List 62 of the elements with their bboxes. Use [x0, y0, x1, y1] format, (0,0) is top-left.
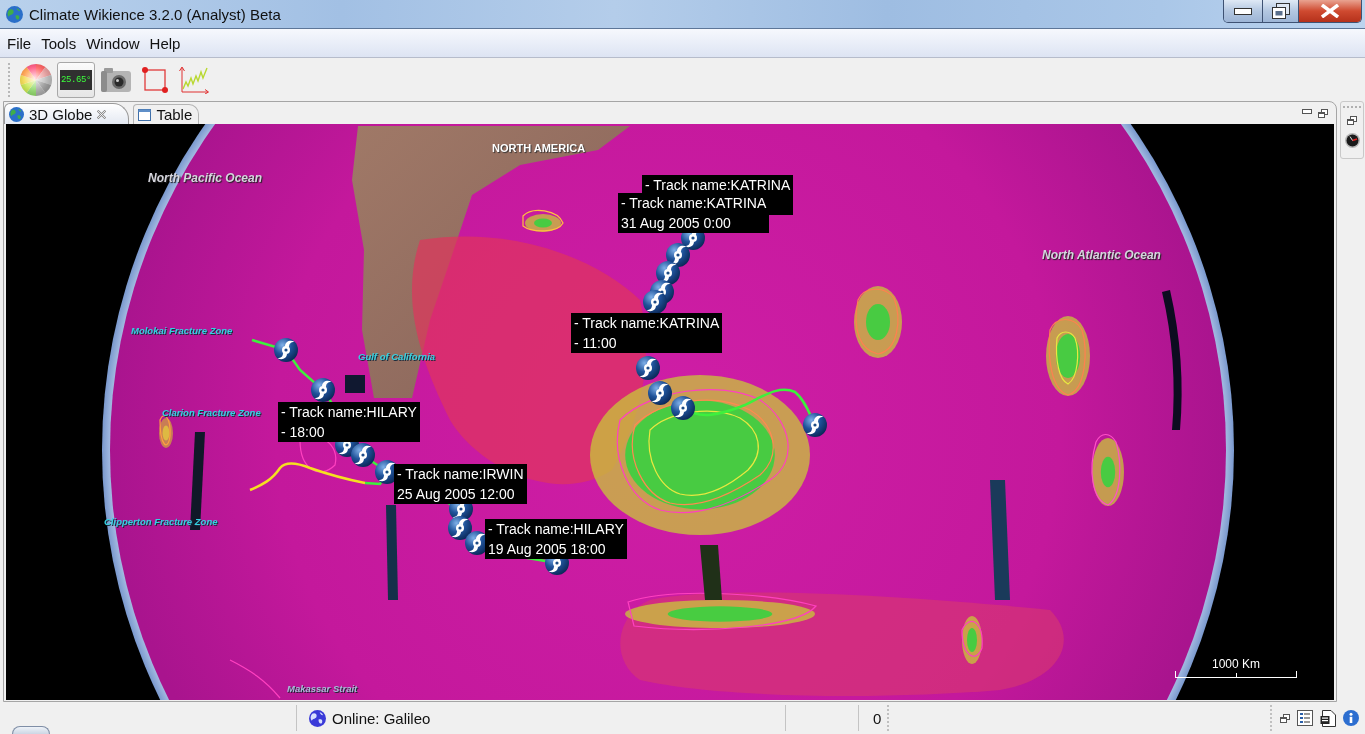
restore-button[interactable]	[1262, 0, 1298, 22]
restore-icon[interactable]	[1347, 116, 1357, 125]
scale-label: 1000 Km	[1212, 657, 1260, 671]
track-tooltip: - Track name:IRWIN 25 Aug 2005 12:00	[394, 464, 527, 504]
menu-item[interactable]: File	[2, 31, 37, 55]
line-chart-icon	[179, 65, 209, 94]
list-icon[interactable]	[1297, 710, 1313, 726]
storm-marker-icon	[351, 443, 375, 467]
restore-icon	[1271, 3, 1290, 19]
storm-marker-icon	[274, 338, 298, 362]
clock-icon[interactable]	[1344, 133, 1360, 148]
dark-stripe	[700, 545, 722, 600]
storm-marker-icon	[803, 413, 827, 437]
restore-icon[interactable]	[1318, 108, 1328, 118]
storm-marker-icon	[648, 381, 672, 405]
view-tab[interactable]: Table	[133, 104, 200, 124]
track-tooltip: - Track name:KATRINA - 11:00	[571, 313, 723, 353]
restore-icon[interactable]	[1280, 713, 1290, 723]
storm-marker-icon	[643, 290, 667, 314]
readout-button[interactable]: 25.65°	[57, 61, 95, 98]
menu-item[interactable]: Tools	[36, 31, 82, 55]
map-label: Clarion Fracture Zone	[162, 408, 261, 419]
map-label: NORTH AMERICA	[492, 142, 586, 155]
connection-status: Online: Galileo	[332, 709, 431, 727]
minimize-icon	[1234, 7, 1252, 15]
close-button[interactable]	[1298, 0, 1361, 22]
map-label: Makassar Strait	[287, 684, 358, 695]
selection-icon	[142, 66, 168, 93]
track-tooltip: - Track name:KATRINA 31 Aug 2005 0:00	[618, 193, 770, 233]
rain-patch	[961, 616, 983, 664]
orb-icon[interactable]	[12, 726, 50, 734]
color-wheel-button[interactable]	[18, 61, 54, 98]
minimize-button[interactable]	[1224, 0, 1262, 22]
app-globe-icon	[6, 5, 23, 23]
minimize-icon[interactable]	[1302, 108, 1312, 114]
color-wheel-icon	[20, 63, 52, 96]
view-tab[interactable]: 3D Globe	[4, 103, 130, 124]
map-label: Molokai Fracture Zone	[131, 326, 233, 337]
rain-patch	[522, 209, 564, 232]
storm-marker-icon	[671, 396, 695, 420]
close-icon	[1321, 4, 1339, 18]
storm-marker-icon	[311, 378, 335, 402]
camera-icon	[101, 67, 131, 92]
dark-stripe	[345, 375, 365, 393]
globe-icon	[9, 106, 24, 122]
globe-icon	[309, 709, 326, 727]
track-tooltip: - Track name:HILARY 19 Aug 2005 18:00	[485, 519, 627, 559]
status-count: 0	[873, 709, 882, 727]
storm-marker-icon	[636, 356, 660, 380]
storm-marker-icon	[448, 516, 472, 540]
track-tooltip: - Track name:HILARY - 18:00	[278, 402, 420, 442]
rain-patch	[159, 415, 173, 448]
window-title: Climate Wikience 3.2.0 (Analyst) Beta	[29, 5, 281, 23]
info-icon[interactable]	[1343, 710, 1359, 726]
contour-line	[229, 659, 281, 699]
menu-item[interactable]: Help	[144, 31, 186, 55]
rain-patch	[854, 286, 902, 358]
close-icon[interactable]	[97, 109, 107, 119]
map-label: North Atlantic Ocean	[1042, 249, 1161, 263]
document-icon[interactable]	[1320, 709, 1336, 727]
menu-item[interactable]: Window	[81, 31, 145, 55]
window-icon	[138, 108, 152, 121]
